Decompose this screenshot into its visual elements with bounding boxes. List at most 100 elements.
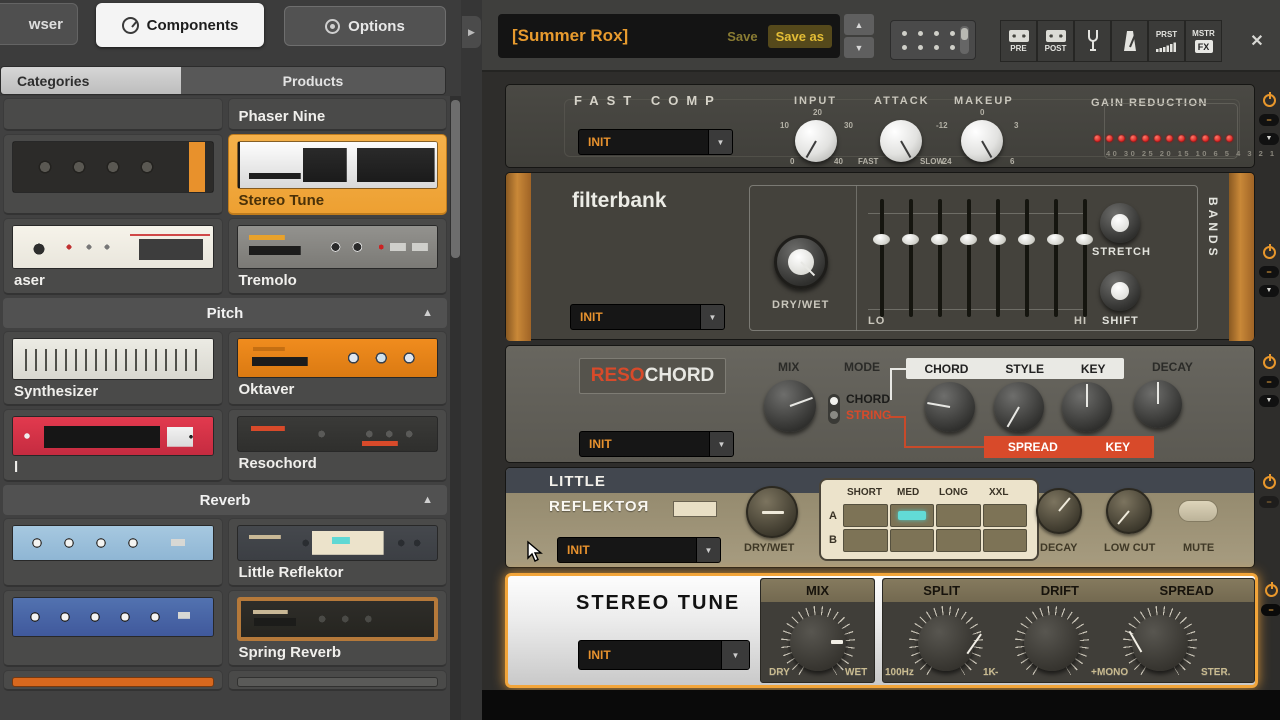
component-item-oktaver[interactable]: Oktaver	[228, 331, 448, 406]
tab-components[interactable]: Components	[96, 3, 264, 47]
filterbank-preset-dropdown[interactable]: INIT ▼	[570, 304, 725, 330]
metronome-button[interactable]	[1111, 20, 1148, 62]
slider-handle[interactable]	[1047, 234, 1064, 245]
tab-products[interactable]: Products	[181, 67, 445, 94]
component-item[interactable]	[3, 670, 223, 691]
slider-handle[interactable]	[989, 234, 1006, 245]
selector-chord[interactable]: CHORD	[924, 362, 968, 376]
component-item[interactable]	[3, 134, 223, 215]
band-slider[interactable]	[880, 199, 884, 317]
mix-knob[interactable]	[790, 615, 846, 671]
size-cell-a-short[interactable]	[843, 504, 888, 527]
collapse-panel-button[interactable]: ▶	[462, 16, 481, 48]
minimize-button[interactable]: −	[1259, 376, 1279, 388]
component-item[interactable]	[3, 590, 223, 667]
size-cell-b-short[interactable]	[843, 529, 888, 552]
band-slider[interactable]	[938, 199, 942, 317]
selector-key[interactable]: KEY	[1081, 362, 1106, 376]
scrollbar-thumb[interactable]	[451, 100, 460, 258]
component-item[interactable]	[228, 670, 448, 691]
power-icon[interactable]	[1265, 584, 1278, 597]
selector-style[interactable]: STYLE	[1005, 362, 1044, 376]
component-item-tremolo[interactable]: Tremolo	[228, 218, 448, 295]
stretch-knob[interactable]	[1100, 203, 1140, 243]
size-cell-b-med[interactable]	[890, 529, 935, 552]
style-knob[interactable]	[994, 382, 1044, 432]
save-as-button[interactable]: Save as	[768, 25, 832, 48]
makeup-knob[interactable]	[961, 120, 1003, 162]
reflektor-preset-dropdown[interactable]: INIT ▼	[557, 537, 721, 563]
mode-string-label[interactable]: STRING	[846, 408, 891, 422]
component-item-stereo-tune[interactable]: Stereo Tune	[228, 134, 448, 215]
tab-browser[interactable]: wser	[0, 3, 78, 45]
dry-wet-knob[interactable]	[746, 486, 798, 538]
resochord-preset-dropdown[interactable]: INIT ▼	[579, 431, 734, 457]
band-slider[interactable]	[1054, 199, 1058, 317]
close-button[interactable]: ✕	[1244, 28, 1270, 54]
post-tapedeck-button[interactable]: POST	[1037, 20, 1074, 62]
band-slider[interactable]	[909, 199, 913, 317]
spread-knob[interactable]	[1132, 615, 1188, 671]
master-fx-button[interactable]: MSTR FX	[1185, 20, 1222, 62]
component-item[interactable]	[3, 518, 223, 587]
section-header-reverb[interactable]: Reverb▲	[3, 485, 447, 515]
component-item-phaser-nine[interactable]: Phaser Nine	[228, 98, 448, 131]
slider-handle[interactable]	[931, 234, 948, 245]
power-icon[interactable]	[1263, 246, 1276, 259]
size-cell-a-xxl[interactable]	[983, 504, 1028, 527]
expand-button[interactable]: ▼	[1259, 285, 1279, 297]
component-item-little-reflektor[interactable]: Little Reflektor	[228, 518, 448, 587]
band-slider[interactable]	[996, 199, 1000, 317]
power-icon[interactable]	[1263, 356, 1276, 369]
decay-knob[interactable]	[1134, 380, 1182, 428]
pre-tapedeck-button[interactable]: PRE	[1000, 20, 1037, 62]
preset-volume-button[interactable]: PRST	[1148, 20, 1185, 62]
size-cell-b-xxl[interactable]	[983, 529, 1028, 552]
dry-wet-knob[interactable]	[774, 235, 828, 289]
slider-handle[interactable]	[960, 234, 977, 245]
tuner-button[interactable]	[1074, 20, 1111, 62]
rack-overview-widget[interactable]	[890, 20, 976, 60]
band-slider[interactable]	[967, 199, 971, 317]
slider-handle[interactable]	[902, 234, 919, 245]
preset-down-button[interactable]: ▼	[844, 37, 874, 58]
component-item-l[interactable]: l	[3, 409, 223, 482]
tab-categories[interactable]: Categories	[1, 67, 181, 94]
minimize-button[interactable]: −	[1259, 266, 1279, 278]
collapse-icon[interactable]: ▲	[422, 494, 433, 506]
section-header-pitch[interactable]: Pitch▲	[3, 298, 447, 328]
preset-up-button[interactable]: ▲	[844, 14, 874, 35]
tab-options[interactable]: Options	[284, 6, 446, 46]
power-icon[interactable]	[1263, 476, 1276, 489]
mode-toggle[interactable]	[828, 394, 840, 424]
component-item-resochord[interactable]: Resochord	[228, 409, 448, 482]
fast-comp-preset-dropdown[interactable]: INIT ▼	[578, 129, 733, 155]
slider-handle[interactable]	[1018, 234, 1035, 245]
mode-chord-label[interactable]: CHORD	[846, 392, 890, 406]
slider-handle[interactable]	[1076, 234, 1093, 245]
collapse-icon[interactable]: ▲	[422, 307, 433, 319]
component-item-spring-reverb[interactable]: Spring Reverb	[228, 590, 448, 667]
low-cut-knob[interactable]	[1106, 488, 1152, 534]
component-item[interactable]	[3, 98, 223, 131]
preset-display[interactable]: [Summer Rox] Save Save as	[498, 14, 840, 58]
slider-handle[interactable]	[873, 234, 890, 245]
component-item-synthesizer[interactable]: Synthesizer	[3, 331, 223, 406]
band-slider[interactable]	[1025, 199, 1029, 317]
attack-knob[interactable]	[880, 120, 922, 162]
band-slider[interactable]	[1083, 199, 1087, 317]
minimize-button[interactable]: −	[1259, 114, 1279, 126]
save-button[interactable]: Save	[727, 29, 757, 44]
drift-knob[interactable]	[1024, 615, 1080, 671]
size-cell-b-long[interactable]	[936, 529, 981, 552]
key-knob[interactable]	[1062, 382, 1112, 432]
stereo-tune-preset-dropdown[interactable]: INIT ▼	[578, 640, 750, 670]
minimize-button[interactable]: −	[1261, 604, 1280, 616]
mute-button[interactable]	[1178, 500, 1218, 522]
rack-overview-slider[interactable]	[960, 26, 969, 54]
expand-button[interactable]: ▼	[1259, 395, 1279, 407]
mix-knob[interactable]	[764, 380, 816, 432]
chord-selector-bar[interactable]: CHORD STYLE KEY	[906, 358, 1124, 379]
minimize-button[interactable]: −	[1259, 496, 1279, 508]
input-knob[interactable]	[795, 120, 837, 162]
